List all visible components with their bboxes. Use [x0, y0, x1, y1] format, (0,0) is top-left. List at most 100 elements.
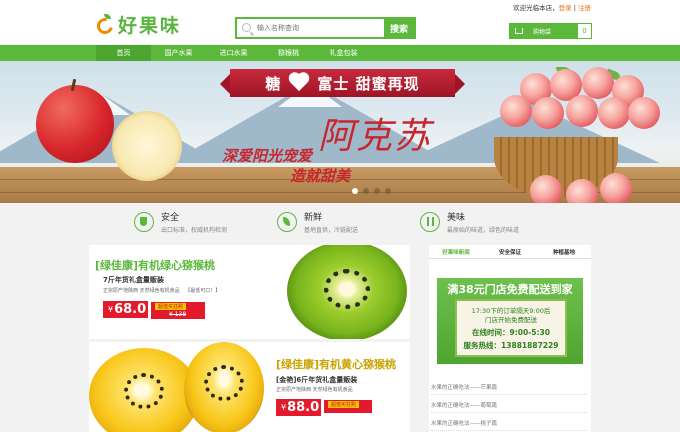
- slide-dots: [352, 188, 391, 194]
- deal-label: 超值买狂购: [328, 401, 360, 408]
- nav-item-home[interactable]: 首页: [96, 45, 151, 61]
- cart-label: 购物袋: [533, 28, 552, 36]
- search-bar: 搜索: [235, 17, 416, 39]
- product-title[interactable]: [绿佳康]有机绿心猕猴桃: [95, 257, 215, 273]
- basket-apple: [566, 95, 598, 127]
- welcome-separator: |: [573, 4, 576, 12]
- currency-symbol: ¥: [281, 403, 287, 412]
- product-card-green-kiwi[interactable]: [绿佳康]有机绿心猕猴桃 7斤年货礼盒量贩装 正宗原产地陕西 天然绿色有机食品 …: [89, 245, 410, 339]
- heart-icon: [287, 73, 311, 93]
- slide-dot-3[interactable]: [374, 188, 380, 194]
- feature-desc: 最原始的味道，绿色的味道: [447, 227, 520, 234]
- logo-text: 好果味: [118, 14, 182, 37]
- hero-banner[interactable]: 糖 富士 甜蜜再现 阿克苏 深爱阳光宠爱 造就甜美: [0, 61, 680, 203]
- green-kiwi-image: [287, 245, 407, 339]
- price-tag: ¥ 88.0: [276, 399, 321, 416]
- banner-title: 糖 富士 甜蜜再现: [220, 69, 465, 97]
- news-item[interactable]: 水果的正确吃法——芒果篇: [431, 379, 587, 395]
- cart-button[interactable]: 购物袋 0: [509, 23, 592, 39]
- price-tag: ¥ 68.0: [103, 301, 148, 318]
- banner-title-right: 富士 甜蜜再现: [317, 74, 420, 93]
- search-input[interactable]: [237, 19, 384, 37]
- login-link[interactable]: 登录: [559, 4, 572, 12]
- product-title[interactable]: [绿佳康]有机黄心猕猴桃: [276, 356, 396, 372]
- nav-item-imported[interactable]: 进口水果: [206, 45, 261, 61]
- promo-headline: 满38元门店免费配送到家: [447, 282, 573, 296]
- feature-fresh: 新鲜 基地直供，冷链配送: [277, 207, 358, 237]
- logo[interactable]: 好果味: [94, 10, 182, 38]
- features-strip: 安全 出口标准，权威机构检测 新鲜 基地直供，冷链配送 美味 最原始的味道，绿色…: [0, 203, 680, 242]
- tab-safety[interactable]: 安全保证: [483, 245, 537, 258]
- product-spec-text: 6斤年货礼盒量贩装: [296, 376, 358, 384]
- red-apple-image: [36, 85, 114, 163]
- feature-tasty: 美味 最原始的味道，绿色的味道: [420, 207, 519, 237]
- product-desc: 正宗原产地陕西 天然绿色有机食品 【最低可口！】: [103, 287, 220, 294]
- register-link[interactable]: 注册: [578, 4, 591, 12]
- feature-desc: 出口标准，权威机构检测: [161, 227, 228, 234]
- leaf-icon: [277, 212, 297, 232]
- basket-apple: [598, 97, 630, 129]
- product-spec: [金艳]6斤年货礼盒量贩装: [276, 375, 357, 385]
- cart-count: 0: [582, 27, 587, 35]
- cart-icon: [515, 28, 523, 34]
- main-nav: 首页 国产水果 进口水果 猕猴桃 礼盒包装: [0, 45, 680, 61]
- basket-apple: [532, 97, 564, 129]
- shield-icon: [134, 212, 154, 232]
- tab-news[interactable]: 好果味新闻: [429, 245, 483, 258]
- floor-apple: [566, 179, 598, 203]
- currency-symbol: ¥: [108, 305, 114, 314]
- sidebar: 好果味新闻 安全保证 种植基地 满38元门店免费配送到家 17:30下的订单隔天…: [429, 245, 591, 432]
- promo-hotline: 服务热线：13881887229: [463, 341, 559, 350]
- logo-icon: [94, 14, 116, 37]
- banner-line-2: 造就甜美: [290, 167, 351, 185]
- feature-desc: 基地直供，冷链配送: [304, 227, 359, 234]
- product-spec: 7斤年货礼盒量贩装: [103, 276, 164, 284]
- basket-apple: [582, 67, 614, 99]
- product-card-golden-kiwi[interactable]: [绿佳康]有机黄心猕猴桃 [金艳]6斤年货礼盒量贩装 正宗原产地陕西 天然绿色有…: [89, 342, 410, 432]
- welcome-text: 欢迎光临本店，: [513, 4, 559, 12]
- slide-dot-2[interactable]: [363, 188, 369, 194]
- golden-kiwi-half-image: [184, 342, 264, 432]
- slide-dot-4[interactable]: [385, 188, 391, 194]
- floor-apple: [530, 175, 562, 203]
- basket-apple: [500, 95, 532, 127]
- golden-kiwi-image: [89, 348, 199, 432]
- old-price: ¥ 138: [169, 311, 187, 318]
- apple-half-image: [112, 111, 182, 181]
- promo-board: 17:30下的订单隔天9:00后 门店开始免费配送 在线时间：9:00-5:30…: [455, 299, 567, 357]
- price-value: 68.0: [114, 302, 147, 317]
- floor-apple: [600, 173, 632, 203]
- news-item[interactable]: 水果的正确吃法——桃子篇: [431, 415, 587, 431]
- slide-dot-1[interactable]: [352, 188, 358, 194]
- welcome-bar: 欢迎光临本店，登录 | 注册: [513, 2, 591, 12]
- feature-safe: 安全 出口标准，权威机构检测: [134, 207, 227, 237]
- banner-slogan: 阿克苏: [318, 116, 433, 157]
- sidebar-tabs: 好果味新闻 安全保证 种植基地: [429, 245, 591, 259]
- search-button[interactable]: 搜索: [384, 19, 414, 37]
- deal-ribbon[interactable]: 超值买狂购: [324, 400, 372, 413]
- product-desc: 正宗原产地陕西 天然绿色有机食品: [276, 387, 353, 393]
- deal-ribbon[interactable]: 超值买狂购 ¥ 138: [151, 302, 205, 319]
- promo-hours: 在线时间：9:00-5:30: [472, 328, 550, 337]
- feature-title: 新鲜: [304, 213, 323, 223]
- banner-line-1: 深爱阳光宠爱: [222, 147, 313, 165]
- delivery-promo[interactable]: 满38元门店免费配送到家 17:30下的订单隔天9:00后 门店开始免费配送 在…: [437, 278, 583, 364]
- news-item[interactable]: 水果的正确吃法——葡萄篇: [431, 397, 587, 413]
- nav-item-kiwi[interactable]: 猕猴桃: [261, 45, 316, 61]
- search-icon: [242, 23, 251, 32]
- tab-farm[interactable]: 种植基地: [537, 245, 591, 258]
- product-spec-prefix: [金艳]: [276, 376, 297, 384]
- basket-apple: [628, 97, 660, 129]
- promo-line-2: 门店开始免费配送: [485, 316, 537, 324]
- page: 好果味 搜索 欢迎光临本店，登录 | 注册 购物袋 0 首页 国产水果 进口水果…: [0, 0, 680, 432]
- fork-knife-icon: [420, 212, 440, 232]
- deal-label: 超值买狂购: [155, 303, 187, 310]
- banner-title-left: 糖: [265, 74, 282, 93]
- feature-title: 美味: [447, 213, 466, 223]
- cart-label-area: 购物袋: [510, 24, 578, 38]
- nav-item-domestic[interactable]: 国产水果: [151, 45, 206, 61]
- price-value: 88.0: [287, 400, 320, 415]
- product-desc-text: 正宗原产地陕西 天然绿色有机食品: [103, 288, 180, 294]
- feature-title: 安全: [161, 213, 180, 223]
- nav-item-gift[interactable]: 礼盒包装: [316, 45, 371, 61]
